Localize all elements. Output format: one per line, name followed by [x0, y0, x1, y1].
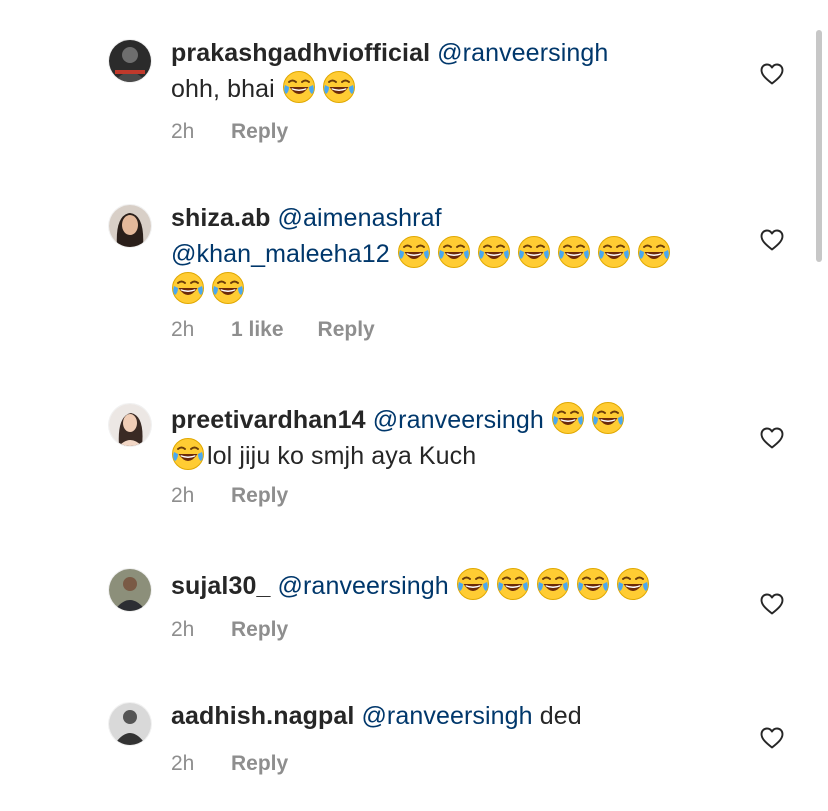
reply-button[interactable]: Reply	[231, 752, 288, 776]
face-with-tears-of-joy-icon	[282, 70, 316, 104]
comment-time: 2h	[171, 752, 195, 775]
comment-mention[interactable]: @ranveersingh	[373, 406, 544, 434]
comment-username[interactable]: prakashgadhviofficial	[171, 39, 430, 67]
comment-mention[interactable]: @ranveersingh	[361, 702, 532, 730]
comment-body: ded	[532, 702, 582, 730]
comment-mention[interactable]: @aimenashraf	[278, 204, 442, 232]
avatar[interactable]	[109, 205, 151, 247]
comment-meta: 2h 1 like Reply	[171, 318, 375, 342]
comments-list: prakashgadhviofficial @ranveersingh ohh,…	[0, 0, 828, 811]
face-with-tears-of-joy-icon	[517, 235, 551, 269]
comment-time: 2h	[171, 318, 195, 341]
reply-button[interactable]: Reply	[231, 120, 288, 144]
comment-time: 2h	[171, 618, 195, 641]
comment-time: 2h	[171, 484, 195, 507]
comment-mention[interactable]: @ranveersingh	[437, 39, 608, 67]
comment-username[interactable]: shiza.ab	[171, 204, 270, 232]
comment-mention[interactable]: @khan_maleeha12	[171, 240, 390, 268]
face-with-tears-of-joy-icon	[576, 567, 610, 601]
comment-time: 2h	[171, 120, 195, 143]
scrollbar[interactable]	[816, 30, 822, 262]
comment-text: aadhish.nagpal @ranveersingh ded	[171, 700, 731, 733]
face-with-tears-of-joy-icon	[496, 567, 530, 601]
comment-username[interactable]: sujal30_	[171, 572, 270, 600]
likes-count-button[interactable]: 1 like	[231, 318, 284, 342]
face-with-tears-of-joy-icon	[557, 235, 591, 269]
like-heart-icon[interactable]	[760, 229, 784, 251]
like-heart-icon[interactable]	[760, 593, 784, 615]
face-with-tears-of-joy-icon	[637, 235, 671, 269]
comment-meta: 2h Reply	[171, 120, 288, 144]
avatar[interactable]	[109, 703, 151, 745]
reply-button[interactable]: Reply	[318, 318, 375, 342]
comment-text: shiza.ab @aimenashraf @khan_maleeha12	[171, 202, 731, 307]
avatar[interactable]	[109, 569, 151, 611]
avatar[interactable]	[109, 404, 151, 446]
face-with-tears-of-joy-icon	[171, 437, 205, 471]
comment-meta: 2h Reply	[171, 484, 288, 508]
comment-username[interactable]: preetivardhan14	[171, 406, 366, 434]
comment-mention[interactable]: @ranveersingh	[278, 572, 449, 600]
comment-body: lol jiju ko smjh aya Kuch	[207, 442, 477, 470]
face-with-tears-of-joy-icon	[551, 401, 585, 435]
face-with-tears-of-joy-icon	[171, 271, 205, 305]
face-with-tears-of-joy-icon	[456, 567, 490, 601]
reply-button[interactable]: Reply	[231, 484, 288, 508]
comment-meta: 2h Reply	[171, 618, 288, 642]
face-with-tears-of-joy-icon	[597, 235, 631, 269]
comment-text: preetivardhan14 @ranveersingh lol jiju k…	[171, 401, 731, 473]
face-with-tears-of-joy-icon	[616, 567, 650, 601]
comment-meta: 2h Reply	[171, 752, 288, 776]
comment-text: prakashgadhviofficial @ranveersingh ohh,…	[171, 37, 731, 106]
comment-username[interactable]: aadhish.nagpal	[171, 702, 354, 730]
face-with-tears-of-joy-icon	[536, 567, 570, 601]
face-with-tears-of-joy-icon	[211, 271, 245, 305]
face-with-tears-of-joy-icon	[322, 70, 356, 104]
face-with-tears-of-joy-icon	[591, 401, 625, 435]
face-with-tears-of-joy-icon	[477, 235, 511, 269]
like-heart-icon[interactable]	[760, 727, 784, 749]
comment-text: sujal30_ @ranveersingh	[171, 567, 731, 603]
face-with-tears-of-joy-icon	[397, 235, 431, 269]
face-with-tears-of-joy-icon	[437, 235, 471, 269]
like-heart-icon[interactable]	[760, 427, 784, 449]
comment-body: ohh, bhai	[171, 75, 275, 103]
like-heart-icon[interactable]	[760, 63, 784, 85]
reply-button[interactable]: Reply	[231, 618, 288, 642]
avatar[interactable]	[109, 40, 151, 82]
